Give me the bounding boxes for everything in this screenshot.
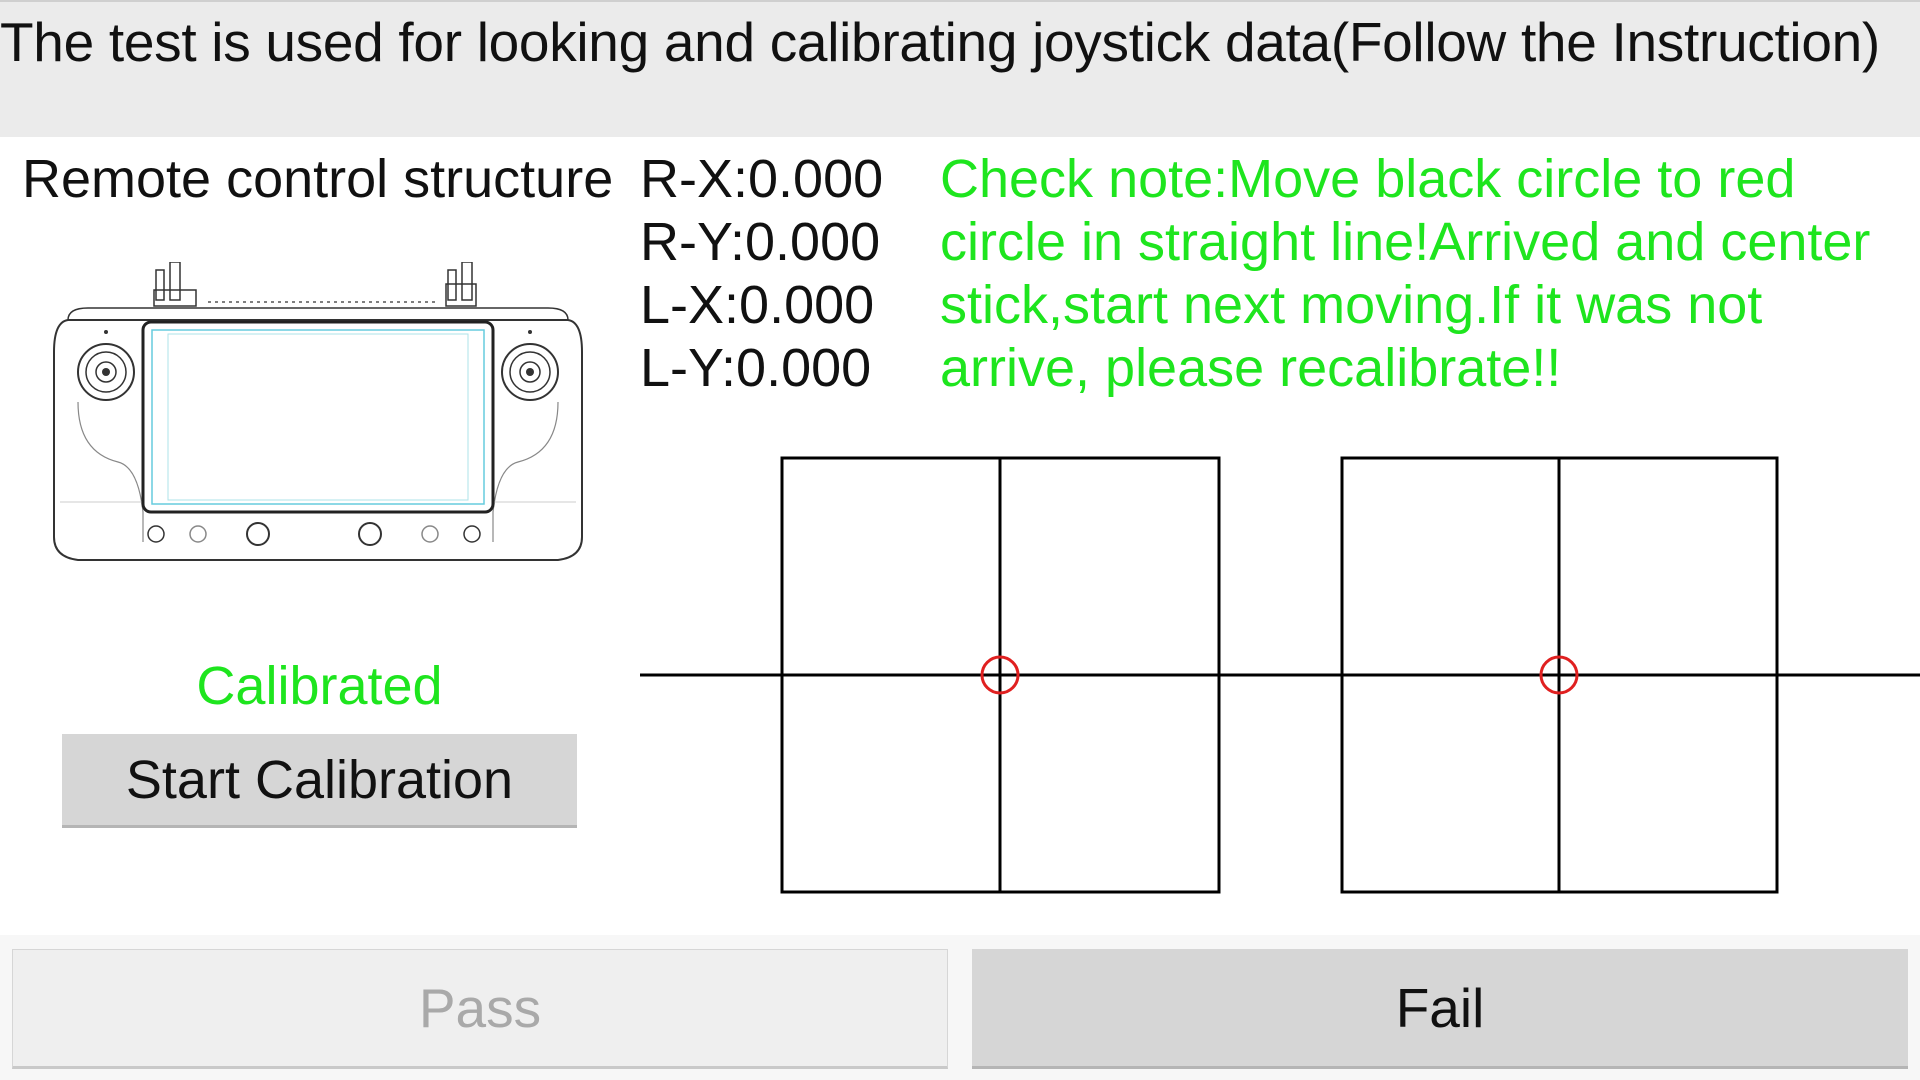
header-bar: The test is used for looking and calibra… (0, 0, 1920, 137)
joystick-plot-area (640, 456, 1920, 894)
start-calibration-button[interactable]: Start Calibration (62, 734, 577, 828)
pass-button[interactable]: Pass (12, 949, 948, 1069)
calibration-status: Calibrated (196, 656, 443, 716)
page-title: The test is used for looking and calibra… (0, 11, 1880, 73)
ly-value: L-Y:0.000 (640, 338, 872, 398)
check-note: Check note:Move black circle to red circ… (940, 149, 1871, 398)
joystick-test-screen: The test is used for looking and calibra… (0, 0, 1920, 1080)
lx-value: L-X:0.000 (640, 275, 875, 335)
fail-button[interactable]: Fail (972, 949, 1908, 1069)
ry-value: R-Y:0.000 (640, 212, 881, 272)
remote-controller-illustration (53, 262, 583, 561)
axis-readout: R-X:0.000 R-Y:0.000 L-X:0.000 L-Y:0.000 (640, 148, 883, 400)
remote-structure-title: Remote control structure (22, 149, 614, 209)
rx-value: R-X:0.000 (640, 149, 884, 209)
